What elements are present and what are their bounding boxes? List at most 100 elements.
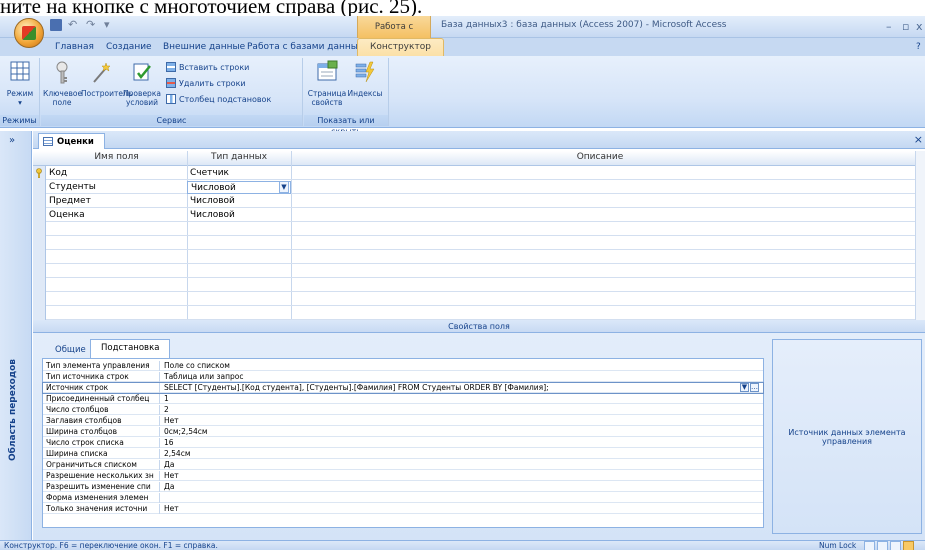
nav-pane-toggle[interactable]: » xyxy=(9,135,15,146)
property-value[interactable]: 0см;2,54см xyxy=(161,427,208,437)
property-label: Разрешить изменение спи xyxy=(43,482,160,492)
tab-design[interactable]: Конструктор xyxy=(357,38,444,56)
description-cell[interactable] xyxy=(291,195,920,208)
property-label: Тип элемента управления xyxy=(43,361,160,371)
property-value[interactable]: Нет xyxy=(161,504,179,514)
maximize-button[interactable]: ▫ xyxy=(902,20,909,33)
pivot-chart-view-button[interactable] xyxy=(890,541,901,550)
property-row[interactable]: Присоединенный столбец 1 xyxy=(43,394,763,404)
data-type-cell[interactable]: Числовой xyxy=(187,209,291,222)
status-bar: Конструктор. F6 = переключение окон. F1 … xyxy=(0,540,925,550)
tab-external-data[interactable]: Внешние данные xyxy=(163,42,245,52)
data-type-cell[interactable]: Числовой xyxy=(187,181,291,194)
minimize-button[interactable]: – xyxy=(886,20,892,33)
property-row[interactable]: Ограничиться списком Да xyxy=(43,460,763,470)
row-selector-column[interactable] xyxy=(33,166,46,320)
property-row[interactable]: Тип элемента управления Поле со списком xyxy=(43,361,763,371)
tab-home[interactable]: Главная xyxy=(55,42,94,52)
description-cell[interactable] xyxy=(291,181,920,194)
data-type-cell[interactable]: Счетчик xyxy=(187,167,291,180)
property-row[interactable]: Число строк списка 16 xyxy=(43,438,763,448)
test-rules-button[interactable]: Проверка условий xyxy=(122,60,162,107)
field-name-cell[interactable]: Оценка xyxy=(46,209,187,222)
close-button[interactable]: x xyxy=(916,20,923,33)
table-row[interactable]: Студенты Числовой ▼ xyxy=(46,181,920,194)
property-sheet-button[interactable]: Страница свойств xyxy=(306,60,348,107)
table-row[interactable] xyxy=(46,223,920,236)
nav-pane-label[interactable]: Область переходов xyxy=(8,359,18,461)
property-row[interactable]: Тип источника строк Таблица или запрос xyxy=(43,372,763,382)
save-icon[interactable] xyxy=(50,19,62,31)
tab-create[interactable]: Создание xyxy=(106,42,152,52)
tab-database-tools[interactable]: Работа с базами данных xyxy=(247,42,363,52)
primary-key-button[interactable]: Ключевое поле xyxy=(43,60,82,107)
design-view-status-button[interactable] xyxy=(903,541,914,550)
builder-button[interactable]: Построитель xyxy=(81,60,132,98)
property-help-text: Источник данных элемента управления xyxy=(788,427,906,446)
datasheet-view-status-button[interactable] xyxy=(864,541,875,550)
property-label: Ограничиться списком xyxy=(43,460,160,470)
tab-lookup[interactable]: Подстановка xyxy=(90,339,171,359)
grid-vertical-scrollbar[interactable] xyxy=(915,151,925,320)
table-row[interactable] xyxy=(46,279,920,292)
table-row[interactable] xyxy=(46,293,920,306)
doc-tab-grades[interactable]: Оценки xyxy=(38,133,105,149)
data-type-dropdown-button[interactable]: ▼ xyxy=(279,181,289,193)
office-button[interactable] xyxy=(14,18,44,48)
help-icon[interactable]: ? xyxy=(916,42,921,52)
table-row[interactable]: Оценка Числовой xyxy=(46,209,920,222)
table-design-grid: Имя поля Тип данных Описание Код Счетчик… xyxy=(33,149,925,320)
table-row[interactable] xyxy=(46,265,920,278)
field-name-cell[interactable]: Студенты xyxy=(46,181,187,194)
property-row[interactable]: Форма изменения элемен xyxy=(43,493,763,503)
property-row[interactable]: Разрешение нескольких зн Нет xyxy=(43,471,763,481)
description-cell[interactable] xyxy=(291,209,920,222)
property-row[interactable]: Источник строк SELECT [Студенты].[Код ст… xyxy=(42,382,764,394)
insert-rows-label: Вставить строки xyxy=(179,62,250,72)
pivot-table-view-button[interactable] xyxy=(877,541,888,550)
row-source-builder-icon[interactable]: … xyxy=(750,383,759,392)
table-row[interactable]: Предмет Числовой xyxy=(46,195,920,208)
navigation-pane[interactable]: » Область переходов xyxy=(0,131,32,540)
ribbon: Режим ▾ Режимы Ключевое поле Построитель … xyxy=(0,56,925,136)
property-value[interactable]: 1 xyxy=(161,394,169,404)
property-value[interactable]: Таблица или запрос xyxy=(161,372,243,382)
property-value[interactable]: 2,54см xyxy=(161,449,190,459)
row-source-dropdown-icon[interactable]: ▼ xyxy=(740,383,749,392)
redo-icon[interactable]: ↷ xyxy=(86,19,98,31)
property-value[interactable]: Нет xyxy=(161,471,179,481)
property-row[interactable]: Разрешить изменение спи Да xyxy=(43,482,763,492)
lookup-column-button[interactable]: Столбец подстановок xyxy=(166,94,271,104)
close-document-button[interactable]: × xyxy=(914,133,923,146)
row-source-value[interactable]: SELECT [Студенты].[Код студента], [Студе… xyxy=(161,383,549,393)
property-row[interactable]: Ширина списка 2,54см xyxy=(43,449,763,459)
property-value[interactable]: 2 xyxy=(161,405,169,415)
property-value[interactable]: 16 xyxy=(161,438,174,448)
table-row[interactable] xyxy=(46,237,920,250)
property-row[interactable]: Заглавия столбцов Нет xyxy=(43,416,763,426)
qat-customize-icon[interactable]: ▾ xyxy=(104,19,116,31)
field-name-cell[interactable]: Предмет xyxy=(46,195,187,208)
property-value[interactable]: Поле со списком xyxy=(161,361,230,371)
description-cell[interactable] xyxy=(291,167,920,180)
property-value[interactable] xyxy=(161,493,164,503)
table-row[interactable]: Код Счетчик xyxy=(46,167,920,180)
property-row[interactable]: Только значения источни Нет xyxy=(43,504,763,514)
tab-general[interactable]: Общие xyxy=(45,342,96,358)
data-type-cell[interactable]: Числовой xyxy=(187,195,291,208)
property-value[interactable]: Да xyxy=(161,460,174,470)
table-row[interactable] xyxy=(46,307,920,320)
insert-rows-button[interactable]: Вставить строки xyxy=(166,62,249,72)
undo-icon[interactable]: ↶ xyxy=(68,19,80,31)
document-text: ните на кнопке с многоточием справа (рис… xyxy=(0,0,423,16)
field-name-cell[interactable]: Код xyxy=(46,167,187,180)
indexes-button[interactable]: Индексы xyxy=(346,60,384,98)
view-button[interactable]: Режим ▾ xyxy=(4,60,36,107)
property-row[interactable]: Ширина столбцов 0см;2,54см xyxy=(43,427,763,437)
property-value[interactable]: Да xyxy=(161,482,174,492)
delete-rows-button[interactable]: Удалить строки xyxy=(166,78,246,88)
property-row[interactable]: Число столбцов 2 xyxy=(43,405,763,415)
test-rules-label: Проверка условий xyxy=(123,89,161,107)
property-value[interactable]: Нет xyxy=(161,416,179,426)
table-row[interactable] xyxy=(46,251,920,264)
